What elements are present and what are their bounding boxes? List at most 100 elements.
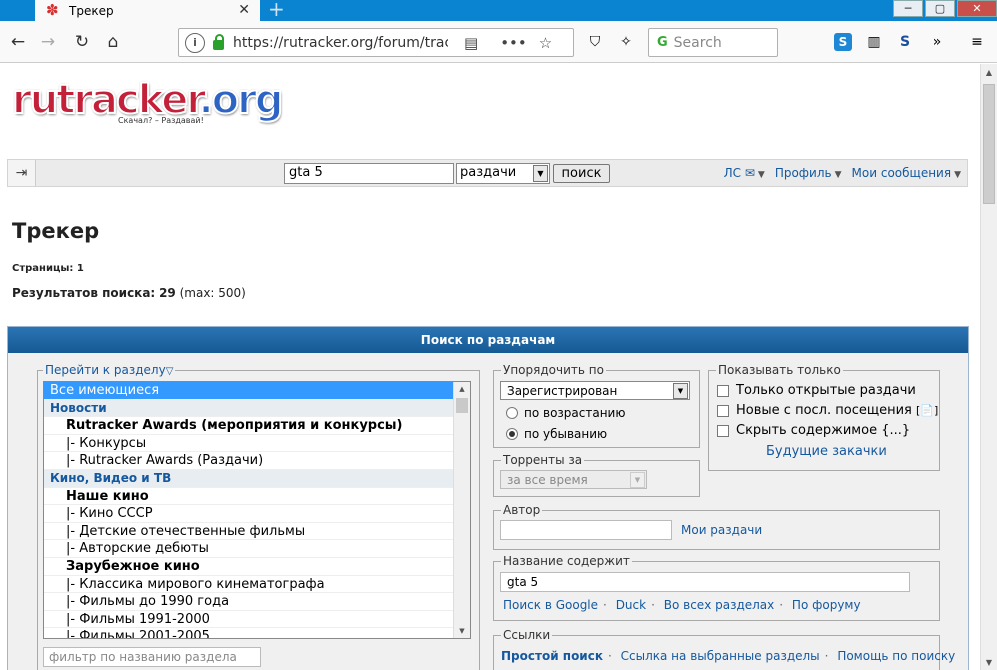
scroll-up-icon[interactable]: ▲ <box>454 382 470 396</box>
goto-section-link[interactable]: Перейти к разделу▽ <box>43 363 176 377</box>
home-icon[interactable]: ⌂ <box>101 31 125 53</box>
forum-category-row[interactable]: Кино, Видео и ТВ <box>44 469 470 488</box>
site-logo[interactable]: rutracker.org Скачал? – Раздавай! <box>11 77 284 125</box>
new-tab-icon[interactable]: + <box>268 0 285 19</box>
new-since-checkbox[interactable]: Новые с посл. посещения [📄] <box>717 403 938 418</box>
sort-field-select[interactable]: Зарегистрирован ▼ <box>500 381 690 400</box>
bookmark-star-icon[interactable]: ☆ <box>539 34 552 52</box>
pm-link[interactable]: ЛС ✉ ▼ <box>724 166 765 180</box>
url-text[interactable]: https://rutracker.org/forum/tracker <box>233 35 448 51</box>
selected-sections-link[interactable]: Ссылка на выбранные разделы <box>621 649 820 663</box>
skype-extension-icon[interactable]: S <box>834 33 852 51</box>
forum-option-row[interactable]: |- Фильмы 2001-2005 <box>44 628 470 638</box>
scroll-down-icon[interactable]: ▼ <box>454 624 470 638</box>
scroll-down-icon[interactable]: ▼ <box>981 654 997 670</box>
logo-tagline: Скачал? – Раздавай! <box>118 116 204 125</box>
author-input[interactable] <box>500 520 672 540</box>
site-search-input[interactable]: gta 5 <box>284 163 454 184</box>
url-bar[interactable]: i https://rutracker.org/forum/tracker ▤ … <box>178 28 574 57</box>
google-search-link[interactable]: Поиск в Google <box>503 598 598 612</box>
browser-toolbar: ← → ↻ ⌂ i https://rutracker.org/forum/tr… <box>0 21 997 63</box>
forum-listbox[interactable]: Все имеющиеся Новости Rutracker Awards (ме… <box>43 381 471 639</box>
forum-option-row[interactable]: |- Rutracker Awards (Раздачи) <box>44 452 470 470</box>
radio-circle[interactable] <box>506 407 518 419</box>
close-window-icon[interactable]: ✕ <box>957 0 997 17</box>
search-panel-header: Поиск по раздачам <box>8 327 968 353</box>
period-value: за все время <box>507 473 588 487</box>
sort-asc-radio[interactable]: по возрастанию <box>506 406 625 420</box>
listbox-scroll-thumb[interactable] <box>456 398 468 413</box>
forum-option-row[interactable]: |- Фильмы 1991-2000 <box>44 611 470 629</box>
forum-option-row[interactable]: |- Фильмы до 1990 года <box>44 593 470 611</box>
forum-option-row[interactable]: |- Детские отечественные фильмы <box>44 523 470 541</box>
duck-search-link[interactable]: Duck <box>616 598 646 612</box>
search-scope-select[interactable]: раздачи ▼ <box>456 163 550 184</box>
chevron-down-icon[interactable]: ▼ <box>673 383 688 399</box>
open-only-checkbox[interactable]: Только открытые раздачи <box>717 383 916 398</box>
back-icon[interactable]: ← <box>6 31 30 53</box>
overflow-menu-icon[interactable]: » <box>928 33 946 51</box>
simple-search-link[interactable]: Простой поиск <box>501 649 603 663</box>
forum-option-row[interactable]: Rutracker Awards (мероприятия и конкурсы… <box>44 417 470 435</box>
my-messages-link[interactable]: Мои сообщения ▼ <box>852 166 961 180</box>
user-links: ЛС ✉ ▼ Профиль ▼ Мои сообщения ▼ <box>724 166 961 180</box>
title-search-input[interactable]: gta 5 <box>500 572 910 592</box>
chevron-down-icon[interactable]: ▼ <box>533 165 548 182</box>
radio-circle-checked[interactable] <box>506 428 518 440</box>
period-select[interactable]: за все время ▼ <box>500 470 647 489</box>
s-extension-icon[interactable]: S <box>896 33 914 51</box>
secure-lock-icon <box>213 34 224 50</box>
reload-icon[interactable]: ↻ <box>70 31 94 53</box>
page-scroll-thumb[interactable] <box>983 84 995 204</box>
forum-option-row[interactable]: Все имеющиеся <box>44 382 470 400</box>
hamburger-menu-icon[interactable]: ≡ <box>968 33 986 51</box>
maximize-window-icon[interactable]: ▢ <box>925 0 955 17</box>
search-bar[interactable]: G Search <box>648 28 778 57</box>
all-sections-link[interactable]: Во всех разделах <box>664 598 775 612</box>
forum-filter-input[interactable]: фильтр по названию раздела <box>43 647 261 667</box>
sort-desc-radio[interactable]: по убыванию <box>506 427 607 441</box>
forum-option-row[interactable]: Зарубежное кино <box>44 558 470 576</box>
checkbox-box[interactable] <box>717 384 729 397</box>
listbox-scrollbar[interactable]: ▲ ▼ <box>453 382 470 638</box>
page-scrollbar[interactable]: ▲ ▼ <box>980 64 997 670</box>
search-engine-icon[interactable]: G <box>657 35 668 50</box>
forum-option-row[interactable]: Наше кино <box>44 488 470 506</box>
close-tab-icon[interactable]: ✕ <box>238 2 250 18</box>
logout-icon[interactable]: ⇥ <box>8 160 36 186</box>
show-only-legend: Показывать только <box>716 363 843 377</box>
browser-tab[interactable]: Трекер ✕ <box>35 0 260 21</box>
checkbox-box[interactable] <box>717 424 729 437</box>
sort-legend: Упорядочить по <box>501 363 606 377</box>
new-post-icon: [📄] <box>916 404 939 417</box>
links-row: Простой поиск · Ссылка на выбранные разде… <box>501 649 956 663</box>
scroll-up-icon[interactable]: ▲ <box>981 64 997 80</box>
tracking-shield-icon[interactable]: ⛉ <box>586 33 604 51</box>
minimize-window-icon[interactable]: ─ <box>893 0 923 17</box>
forum-option-row[interactable]: |- Классика мирового кинематографа <box>44 576 470 594</box>
results-value: 29 <box>159 286 176 300</box>
sidebar-toggle-icon[interactable]: ▥ <box>865 33 883 51</box>
extension-icon[interactable]: ✧ <box>617 33 635 51</box>
profile-link[interactable]: Профиль ▼ <box>775 166 842 180</box>
checkbox-box[interactable] <box>717 404 729 417</box>
sort-field-value: Зарегистрирован <box>507 384 618 398</box>
forum-option-row[interactable]: |- Кино СССР <box>44 505 470 523</box>
search-button[interactable]: поиск <box>553 164 610 183</box>
search-scope-value: раздачи <box>460 165 517 180</box>
my-releases-link[interactable]: Мои раздачи <box>681 523 762 537</box>
reader-view-icon[interactable]: ▤ <box>464 34 478 52</box>
chevron-down-icon: ▽ <box>165 366 174 377</box>
page-actions-icon[interactable]: ••• <box>500 34 527 52</box>
future-downloads-link[interactable]: Будущие закачки <box>766 444 887 459</box>
forum-search-link[interactable]: По форуму <box>792 598 861 612</box>
forum-category-row[interactable]: Новости <box>44 399 470 418</box>
forum-option-row[interactable]: |- Конкурсы <box>44 435 470 453</box>
results-count: Результатов поиска: 29 (max: 500) <box>12 286 246 300</box>
forward-icon[interactable]: → <box>36 31 60 53</box>
search-help-link[interactable]: Помощь по поиску <box>837 649 955 663</box>
forum-option-row[interactable]: |- Авторские дебюты <box>44 540 470 558</box>
hide-content-checkbox[interactable]: Скрыть содержимое {...} <box>717 423 910 438</box>
chevron-down-icon[interactable]: ▼ <box>630 472 645 488</box>
site-info-icon[interactable]: i <box>185 32 205 53</box>
